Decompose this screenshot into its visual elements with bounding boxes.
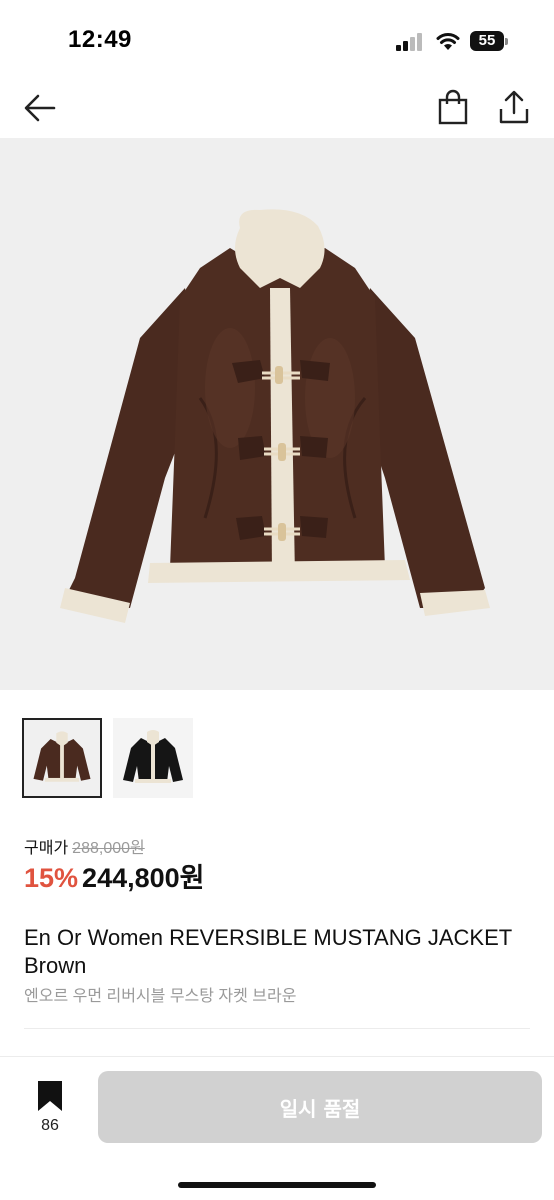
final-price: 244,800원 xyxy=(82,863,205,893)
bookmark-count: 86 xyxy=(41,1117,59,1134)
wifi-icon xyxy=(436,33,460,50)
original-price: 288,000원 xyxy=(72,840,145,857)
bookmark-icon xyxy=(38,1081,62,1111)
soldout-button[interactable]: 일시 품절 xyxy=(98,1071,542,1143)
product-image[interactable] xyxy=(0,138,554,690)
bottom-action-bar: 86 일시 품절 xyxy=(0,1057,554,1200)
status-bar: 12:49 55 xyxy=(0,0,554,80)
price-label-row: 구매가 288,000원 xyxy=(24,834,145,858)
thumbnail-black-jacket[interactable] xyxy=(113,718,193,798)
back-arrow-icon[interactable] xyxy=(22,90,58,126)
battery-level: 55 xyxy=(470,31,504,51)
discount-rate: 15% xyxy=(24,863,79,893)
top-nav xyxy=(0,80,554,138)
product-title-ko: 엔오르 우먼 리버시블 무스탕 자켓 브라운 xyxy=(24,988,297,1005)
signal-icon xyxy=(396,33,422,51)
shopping-bag-icon[interactable] xyxy=(436,89,470,125)
share-icon[interactable] xyxy=(497,89,531,125)
price-row: 15% 244,800원 xyxy=(24,856,205,895)
battery-indicator: 55 xyxy=(470,31,508,51)
home-indicator xyxy=(178,1182,376,1188)
divider xyxy=(24,1028,530,1029)
jacket-image xyxy=(60,209,490,623)
bookmark-button[interactable]: 86 xyxy=(30,1077,70,1137)
battery-cap xyxy=(505,38,508,45)
price-label: 구매가 xyxy=(24,840,69,857)
thumbnail-brown-jacket[interactable] xyxy=(22,718,102,798)
status-time: 12:49 xyxy=(68,26,132,53)
product-title-en: En Or Women REVERSIBLE MUSTANG JACKET Br… xyxy=(24,925,512,978)
